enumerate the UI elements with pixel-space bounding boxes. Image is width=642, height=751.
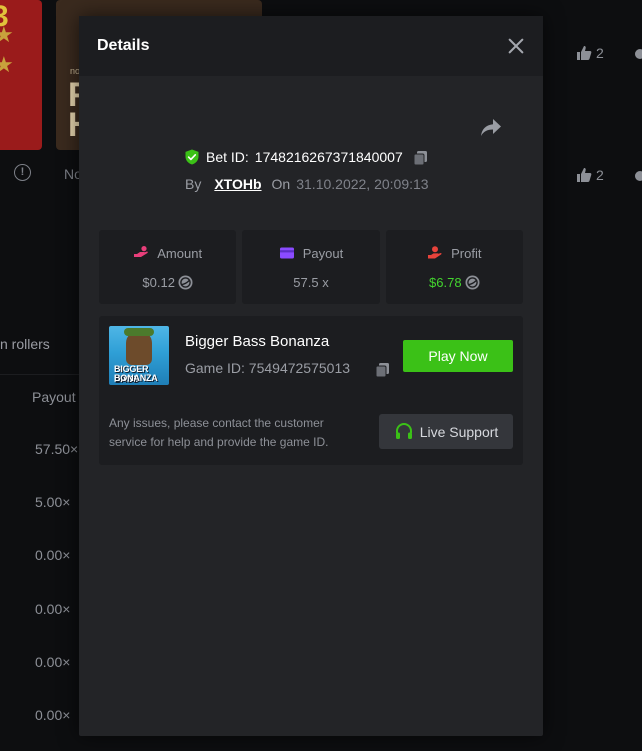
stat-payout: Payout 57.5 x — [242, 230, 380, 304]
share-icon[interactable] — [480, 118, 502, 138]
game-id: Game ID: 7549472575013 — [185, 360, 350, 376]
divider — [0, 374, 80, 375]
stat-label: Payout — [302, 245, 344, 261]
game-id-label: Game ID: — [185, 360, 245, 376]
copy-icon[interactable] — [375, 362, 390, 377]
like-count: 2 — [596, 45, 604, 61]
bet-id-value: 1748216267371840007 — [254, 149, 403, 165]
close-icon[interactable] — [507, 37, 525, 55]
bet-details-modal: Details Bet ID: 1748216267371840007 By X… — [79, 16, 543, 736]
stat-label: Amount — [157, 245, 203, 261]
help-text: Any issues, please contact the customer … — [109, 416, 329, 449]
like-button[interactable]: 2 — [576, 167, 604, 183]
stat-value: 57.5 x — [293, 275, 329, 290]
bet-id-row: Bet ID: 1748216267371840007 — [184, 149, 428, 165]
character-illustration — [126, 331, 152, 365]
stat-value: $6.78 — [429, 275, 462, 290]
copy-icon[interactable] — [413, 150, 428, 165]
thumb-title-line2: BONANZA — [114, 373, 158, 383]
column-header-payout: Payout — [32, 389, 76, 405]
thumbs-up-icon — [577, 168, 592, 182]
on-label: On — [271, 176, 291, 192]
payout-cell: 0.00× — [35, 547, 71, 563]
stat-value: $0.12 — [142, 275, 175, 290]
stat-label: Profit — [451, 245, 482, 261]
game-thumbnail[interactable]: BIGGER BASS BONANZA — [109, 326, 169, 385]
more-icon[interactable] — [635, 171, 642, 181]
username-link[interactable]: XTOHb — [214, 176, 261, 192]
play-now-button[interactable]: Play Now — [403, 340, 513, 372]
hat-illustration — [124, 328, 154, 336]
profit-icon — [428, 246, 442, 259]
bet-stats: Amount $0.12 Payout 57.5 x Profit $6.78 — [99, 230, 523, 304]
modal-title: Details — [97, 37, 150, 54]
thumbs-up-icon — [577, 46, 592, 60]
game-card-thumbnail[interactable]: 3 ★ ★ — [0, 0, 42, 150]
payout-cell: 5.00× — [35, 494, 71, 510]
bet-id-label: Bet ID: — [206, 149, 249, 165]
payout-cell: 0.00× — [35, 654, 71, 670]
star-decoration: ★ ★ — [0, 22, 14, 77]
payout-cell: 57.50× — [35, 441, 79, 457]
shield-check-icon — [185, 149, 199, 165]
stat-profit: Profit $6.78 — [385, 230, 523, 304]
headset-icon — [395, 422, 412, 439]
bet-author-row: By XTOHb On 31.10.2022, 20:09:13 — [185, 176, 429, 192]
info-icon[interactable]: ! — [14, 164, 31, 181]
game-name: Bigger Bass Bonanza — [185, 333, 330, 350]
game-card: BIGGER BASS BONANZA Bigger Bass Bonanza … — [99, 316, 523, 465]
section-title: n rollers — [0, 336, 50, 352]
payout-cell: 0.00× — [35, 707, 71, 723]
modal-header: Details — [79, 16, 543, 76]
live-support-label: Live Support — [419, 423, 499, 440]
like-count: 2 — [596, 167, 604, 183]
bet-datetime: 31.10.2022, 20:09:13 — [296, 176, 429, 192]
game-id-value: 7549472575013 — [248, 360, 351, 376]
coin-icon — [465, 275, 480, 290]
payout-cell: 0.00× — [35, 601, 71, 617]
stat-amount: Amount $0.12 — [99, 230, 237, 304]
amount-icon — [134, 246, 149, 257]
card-icon — [279, 247, 294, 259]
by-label: By — [185, 176, 202, 192]
coin-icon — [178, 275, 193, 290]
like-button[interactable]: 2 — [576, 45, 604, 61]
live-support-button[interactable]: Live Support — [379, 414, 513, 449]
more-icon[interactable] — [635, 49, 642, 59]
